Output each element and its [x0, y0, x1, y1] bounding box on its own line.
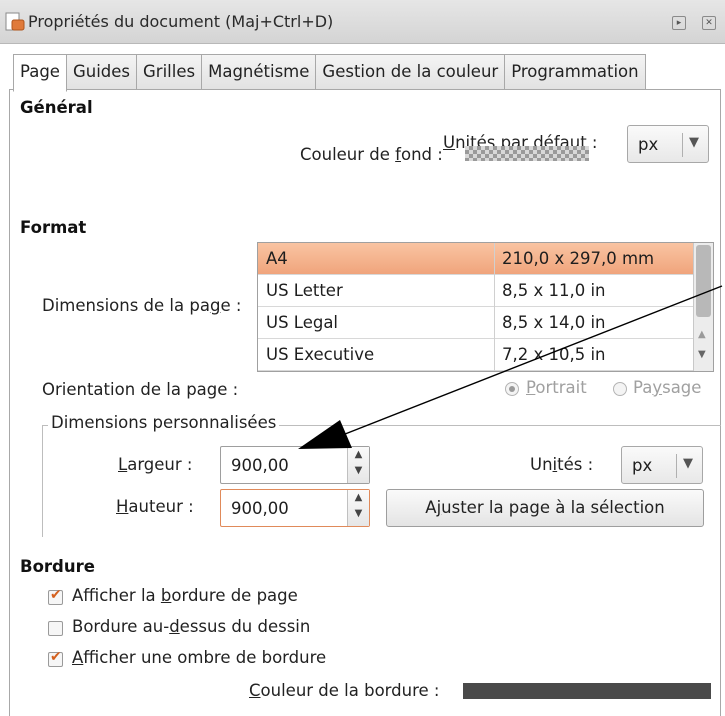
border-on-top-checkbox[interactable]: [48, 621, 63, 636]
annotation-arrow: [298, 285, 723, 449]
border-on-top-label: Bordure au-dessus du dessin: [72, 617, 311, 636]
show-border-shadow-checkbox[interactable]: [48, 649, 63, 667]
show-page-border-label: Afficher la bordure de page: [72, 586, 298, 605]
border-color-label: Couleur de la bordure :: [249, 681, 440, 700]
border-color-swatch[interactable]: [463, 683, 711, 699]
border-heading: Bordure: [20, 557, 95, 576]
show-page-border-checkbox[interactable]: [48, 587, 63, 605]
show-border-shadow-label: Afficher une ombre de bordure: [72, 648, 327, 667]
